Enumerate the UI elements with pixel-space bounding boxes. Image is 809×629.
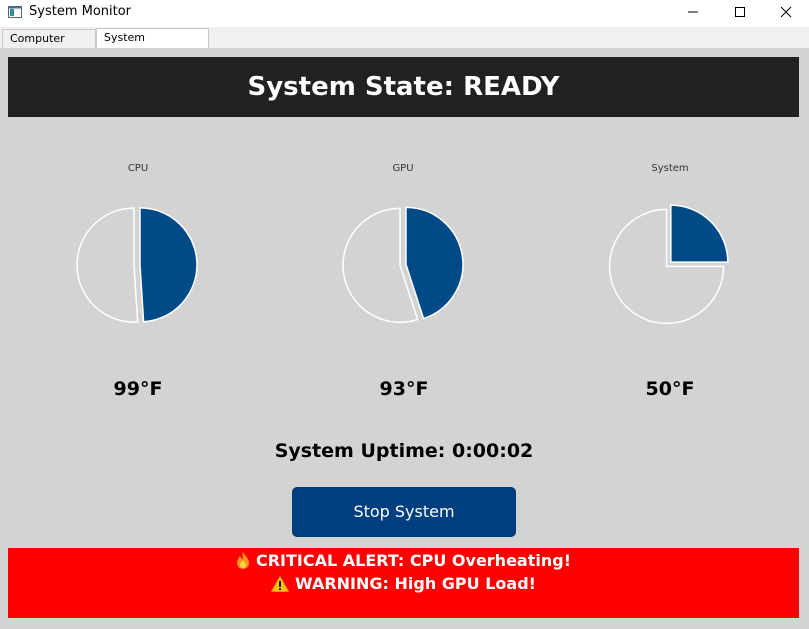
app-icon [8, 6, 22, 18]
title-bar: System Monitor [0, 0, 809, 27]
app-window: System Monitor Computer Vitals System Mo… [0, 0, 809, 629]
cpu-temperature: 99°F [113, 378, 163, 400]
warning-icon [271, 576, 289, 592]
window-title: System Monitor [29, 4, 132, 19]
gpu-temperature: 93°F [379, 378, 429, 400]
maximize-icon [735, 7, 745, 17]
maximize-button[interactable] [717, 0, 763, 24]
cpu-gauge [76, 207, 198, 323]
system-gauge-label: System [651, 163, 689, 174]
minimize-button[interactable] [670, 0, 716, 24]
warning-alert: WARNING: High GPU Load! [8, 574, 799, 593]
tab-computer-vitals[interactable]: Computer Vitals [2, 29, 96, 63]
system-uptime: System Uptime: 0:00:02 [274, 440, 534, 462]
close-button[interactable] [763, 0, 809, 24]
gauge-remaining-slice [76, 207, 139, 323]
cpu-gauge-label: CPU [127, 163, 149, 174]
gauge-usage-slice [670, 204, 729, 263]
minimize-icon [688, 11, 698, 13]
system-state-banner: System State: READY [8, 57, 799, 117]
tab-system-monitoring[interactable]: System Monitoring [96, 28, 209, 62]
system-gauge [608, 204, 729, 325]
fire-icon [236, 552, 249, 569]
warning-alert-text: WARNING: High GPU Load! [295, 574, 536, 593]
critical-alert-text: CRITICAL ALERT: CPU Overheating! [255, 551, 571, 570]
critical-alert: CRITICAL ALERT: CPU Overheating! [8, 551, 799, 570]
gpu-gauge-label: GPU [392, 163, 414, 174]
close-icon [780, 6, 792, 18]
system-temperature: 50°F [645, 378, 695, 400]
alert-panel: CRITICAL ALERT: CPU Overheating! WARNING… [8, 548, 799, 618]
gpu-gauge [342, 206, 464, 324]
gauge-usage-slice [405, 206, 464, 320]
stop-system-button[interactable]: Stop System [292, 487, 516, 537]
gauge-usage-slice [139, 207, 198, 323]
